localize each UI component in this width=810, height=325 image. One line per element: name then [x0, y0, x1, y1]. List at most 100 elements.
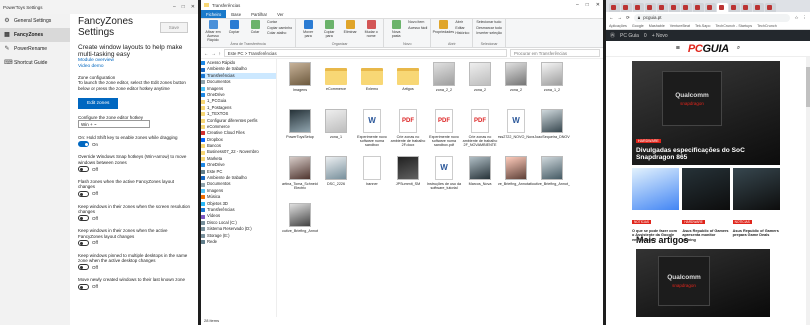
- ribbon-small-button[interactable]: Colar atalho: [267, 31, 292, 36]
- forward-arrow-icon[interactable]: →: [211, 51, 215, 56]
- category-badge[interactable]: HARDWARE: [636, 139, 661, 143]
- ribbon-small-button[interactable]: Histórico: [455, 31, 469, 36]
- file-item[interactable]: Imagens: [282, 62, 318, 106]
- ribbon-tab[interactable]: Ficheiro: [201, 10, 227, 18]
- toggle-switch[interactable]: [78, 239, 89, 246]
- video-demo-link[interactable]: Video demo: [78, 64, 188, 70]
- search-input[interactable]: Procurar em Transferências: [510, 49, 600, 57]
- admin-bar-item[interactable]: PC Guia: [620, 33, 639, 39]
- file-item[interactable]: DSC_2226: [318, 156, 354, 200]
- star-icon[interactable]: ☆: [794, 15, 798, 21]
- article-card[interactable]: HARDWARE Asus Republic of Gamers apresent…: [682, 168, 730, 242]
- hamburger-menu-icon[interactable]: ≡: [676, 45, 680, 52]
- file-item[interactable]: Exlemo: [354, 62, 390, 106]
- browser-tab[interactable]: [657, 3, 668, 12]
- ribbon-small-button[interactable]: Inverter seleção: [476, 31, 502, 36]
- bookmark-link[interactable]: Aplicações: [609, 24, 627, 28]
- up-arrow-icon[interactable]: ↑: [219, 51, 221, 56]
- article-title[interactable]: Divulgadas especificações do SoC Snapdra…: [636, 147, 776, 161]
- sidebar-item-general-settings[interactable]: ⚙ General Settings: [0, 14, 70, 28]
- ribbon-button[interactable]: Eliminar: [341, 20, 359, 42]
- ribbon-small-button[interactable]: Editar: [455, 26, 469, 31]
- ribbon-button[interactable]: Mover para: [299, 20, 317, 42]
- ribbon-button[interactable]: Mudar o nome: [362, 20, 380, 42]
- bookmark-link[interactable]: Mashable: [649, 24, 665, 28]
- toggle-switch[interactable]: [78, 264, 89, 271]
- browser-tab[interactable]: [765, 3, 776, 12]
- browser-tab[interactable]: [717, 3, 728, 12]
- sidebar-item-shortcut-guide[interactable]: ⌨ Shortcut Guide: [0, 56, 70, 70]
- back-arrow-icon[interactable]: ←: [204, 51, 208, 56]
- hotkey-input[interactable]: Win + ~: [78, 120, 150, 129]
- toggle-switch[interactable]: [78, 141, 89, 148]
- article-card[interactable]: NOTÍCIAS O que se pode fazer com o Assist…: [632, 168, 680, 242]
- forward-arrow-icon[interactable]: →: [618, 15, 623, 20]
- close-icon[interactable]: ✕: [191, 4, 195, 10]
- ribbon-small-button[interactable]: Selecionar tudo: [476, 20, 502, 25]
- category-badge[interactable]: NOTÍCIAS: [732, 220, 752, 224]
- article-card-title[interactable]: Asus Republic of Gamers prepara Game Dea…: [733, 229, 780, 238]
- browser-tab[interactable]: [621, 3, 632, 12]
- file-item[interactable]: Martina_Toma_Schneider Electric: [282, 156, 318, 200]
- search-icon[interactable]: ⌕: [737, 45, 740, 52]
- menu-dots-icon[interactable]: ⋮: [803, 15, 808, 21]
- ribbon-button[interactable]: Copiar: [225, 20, 243, 42]
- sidebar-item-fancyzones[interactable]: ▦ FancyZones: [0, 28, 70, 42]
- maximize-icon[interactable]: □: [586, 2, 589, 8]
- browser-tab[interactable]: [729, 3, 740, 12]
- ribbon-button[interactable]: Nova pasta: [387, 20, 405, 42]
- file-item[interactable]: Artigos: [390, 62, 426, 106]
- bookmark-link[interactable]: Google: [632, 24, 644, 28]
- browser-tab[interactable]: [705, 3, 716, 12]
- minimize-icon[interactable]: –: [173, 4, 176, 10]
- address-bar[interactable]: Este PC > Transferências: [223, 49, 507, 57]
- browser-tab[interactable]: [609, 3, 620, 12]
- browser-tab[interactable]: [753, 3, 764, 12]
- file-item[interactable]: SAP_Executive_Briefing_Annotation_Set: [282, 203, 318, 247]
- file-item[interactable]: eCommerce: [318, 62, 354, 106]
- browser-tab[interactable]: [669, 3, 680, 12]
- file-item[interactable]: PowerToysSetup: [282, 109, 318, 153]
- toggle-switch[interactable]: [78, 166, 89, 173]
- file-item[interactable]: Wbusiness2722_NOVO_Novembro: [498, 109, 534, 153]
- file-item[interactable]: PDF Crie zonas no ambiente de trabalho 2F…: [390, 109, 426, 153]
- ribbon-button[interactable]: Afixar em Acesso Rápido: [204, 20, 222, 42]
- bookmark-link[interactable]: TechCrunch: [757, 24, 777, 28]
- ribbon-small-button[interactable]: Desmarcar tudo: [476, 26, 502, 31]
- article-card-title[interactable]: O que se pode fazer com o Assistente da …: [632, 229, 679, 242]
- wordpress-icon[interactable]: Ⓦ: [610, 32, 615, 39]
- tree-item[interactable]: Rede: [201, 239, 276, 245]
- admin-bar-item[interactable]: 0: [644, 33, 647, 39]
- sidebar-item-powerrename[interactable]: ✎ PowerRename: [0, 42, 70, 56]
- admin-bar-item[interactable]: + Novo: [652, 33, 668, 39]
- edit-zones-button[interactable]: Edit zones: [78, 97, 119, 109]
- ribbon-small-button[interactable]: Novo item: [408, 20, 427, 25]
- ribbon-tab[interactable]: Partilhar: [246, 10, 272, 18]
- file-item[interactable]: PDF Crie zonas no ambiente de trabalho 2F…: [462, 109, 498, 153]
- file-item[interactable]: W Instruções de uso da software_tutorial: [426, 156, 462, 200]
- browser-tab[interactable]: [693, 3, 704, 12]
- toggle-switch[interactable]: [78, 190, 89, 197]
- url-bar[interactable]: 🔒︎ pcguia.pt: [633, 13, 791, 22]
- toggle-switch[interactable]: [78, 215, 89, 222]
- file-item[interactable]: Marcos_Nova: [462, 156, 498, 200]
- browser-tab[interactable]: [681, 3, 692, 12]
- file-item[interactable]: PDF Experimente novo software numa sandbo…: [426, 109, 462, 153]
- scrollbar[interactable]: [806, 57, 810, 325]
- bookmark-link[interactable]: TechCrunch - Startups: [715, 24, 752, 28]
- toggle-switch[interactable]: [78, 283, 89, 290]
- ribbon-small-button[interactable]: Copiar caminho: [267, 26, 292, 31]
- file-item[interactable]: zona_1: [318, 109, 354, 153]
- ribbon-small-button[interactable]: Abrir: [455, 20, 469, 25]
- hero-article[interactable]: Qualcomm snapdragon HARDWARE Divulgadas …: [632, 61, 780, 165]
- file-item[interactable]: SAP_Executive_Briefing_Annot_Mingo_Set: [534, 156, 570, 200]
- article-card[interactable]: NOTÍCIAS Asus Republic of Gamers prepara …: [732, 168, 780, 237]
- back-arrow-icon[interactable]: ←: [609, 15, 614, 20]
- ribbon-tab[interactable]: Ver: [272, 10, 288, 18]
- save-button[interactable]: Save: [159, 21, 188, 33]
- category-badge[interactable]: NOTÍCIAS: [632, 220, 652, 224]
- ribbon-tab[interactable]: Base: [226, 10, 246, 18]
- browser-tab[interactable]: [741, 3, 752, 12]
- category-badge[interactable]: HARDWARE: [682, 220, 705, 224]
- ribbon-button[interactable]: Copiar para: [320, 20, 338, 42]
